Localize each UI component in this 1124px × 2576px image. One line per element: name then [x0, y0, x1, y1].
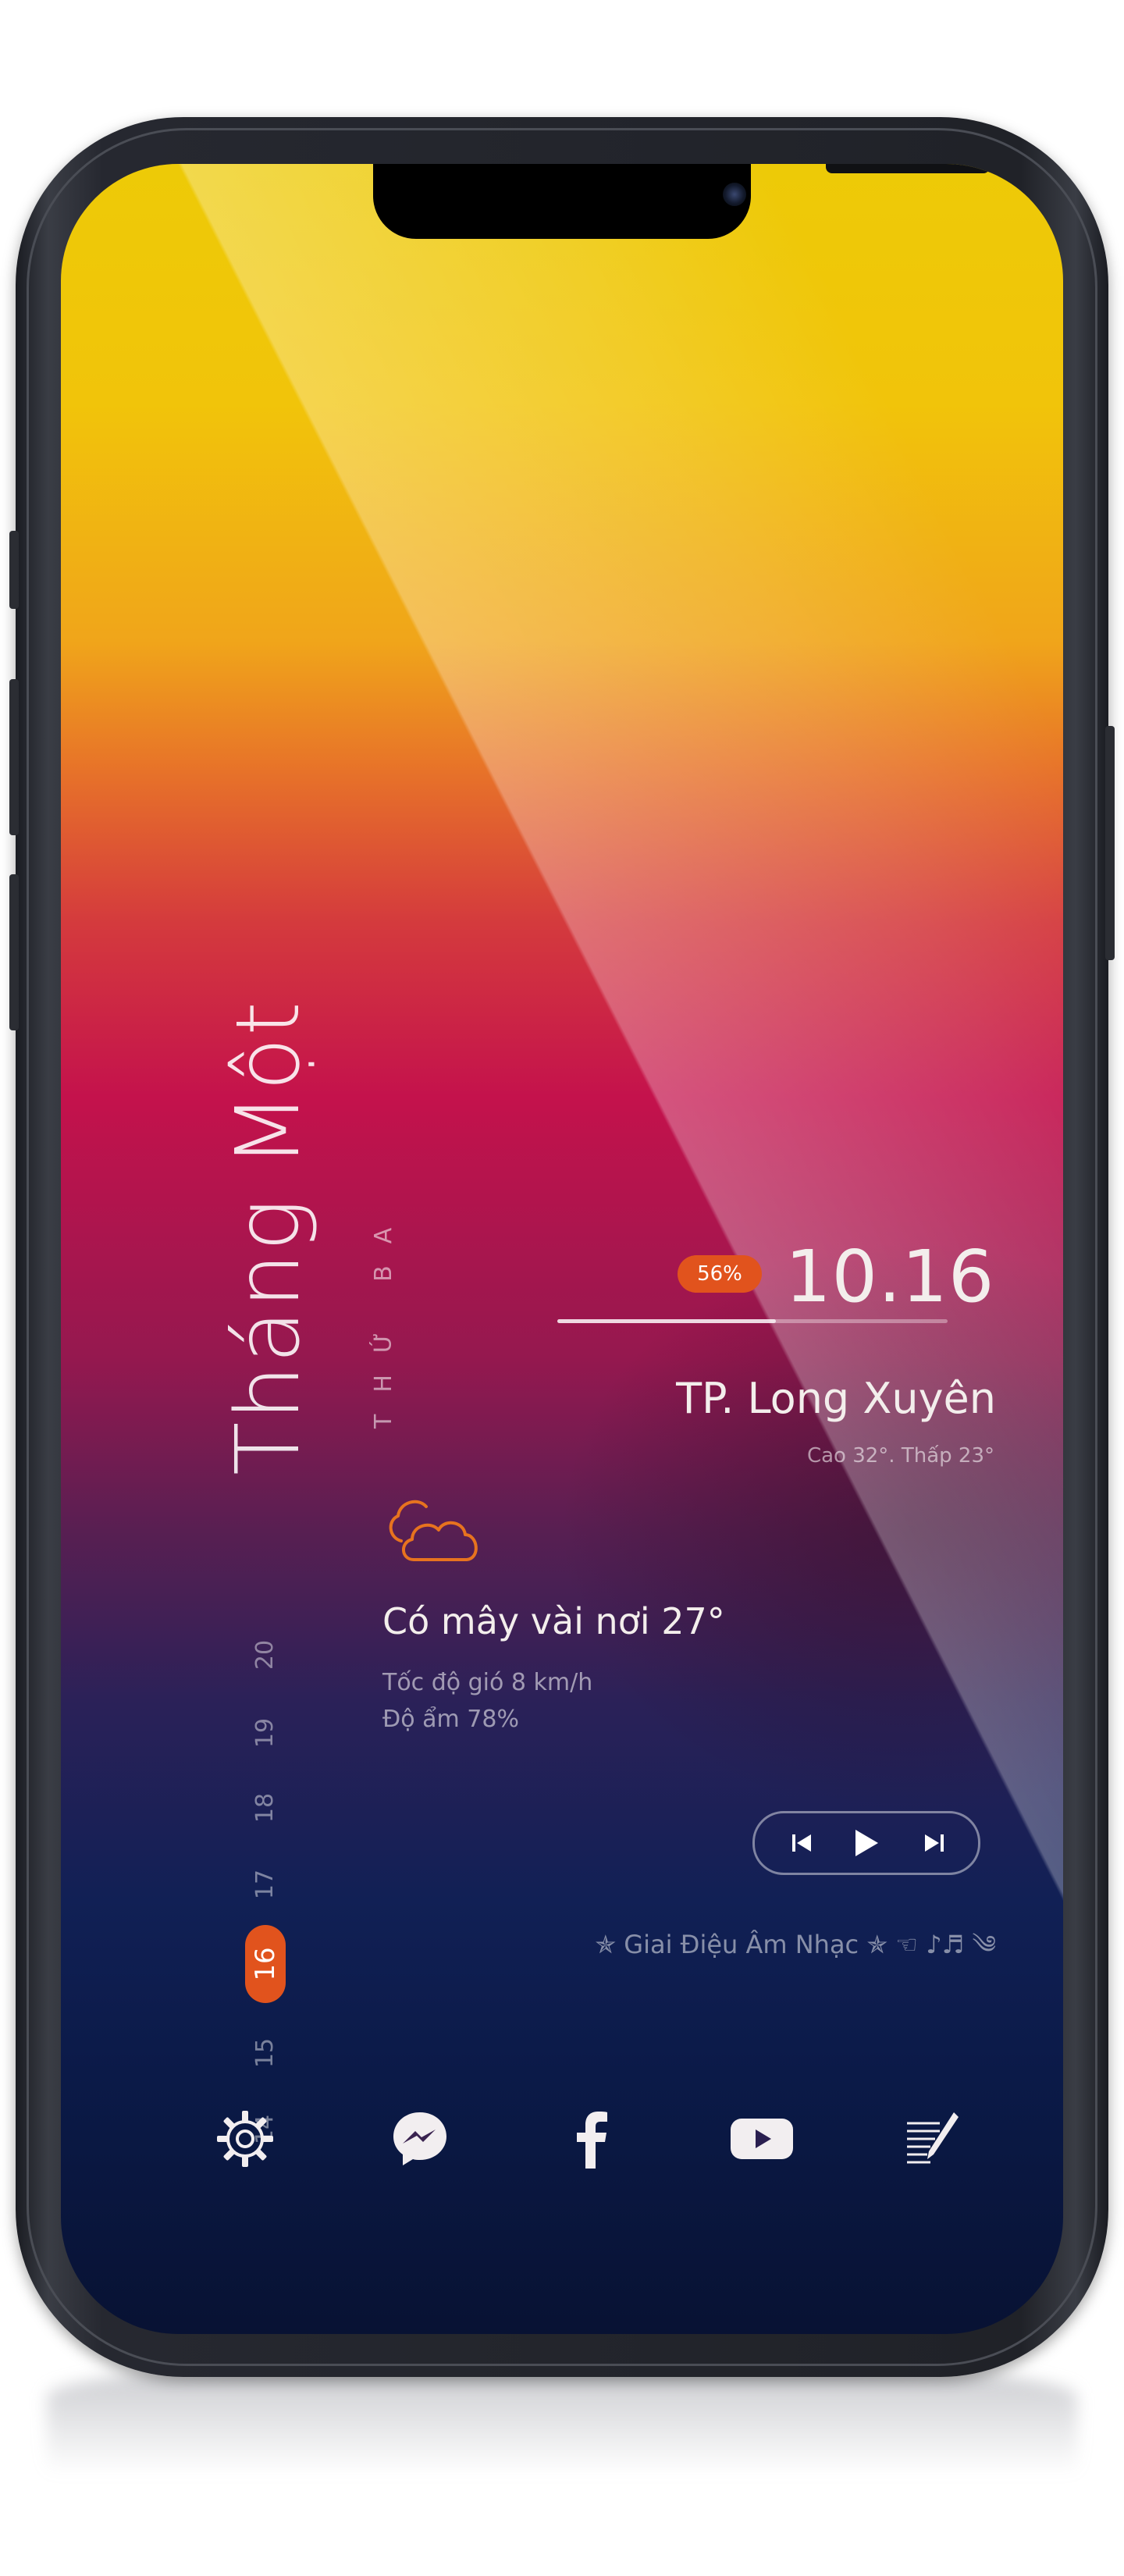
next-button[interactable]	[911, 1813, 958, 1873]
mute-switch	[9, 531, 19, 609]
day-17[interactable]: 17	[242, 1853, 289, 1916]
notch	[373, 164, 990, 239]
city-name: TP. Long Xuyên	[676, 1374, 996, 1423]
notes-app[interactable]	[891, 2100, 969, 2178]
settings-app[interactable]	[206, 2100, 284, 2178]
facebook-app[interactable]	[553, 2100, 631, 2178]
front-camera	[723, 183, 746, 206]
play-button[interactable]	[843, 1813, 890, 1873]
music-title: ✯ Giai Điệu Âm Nhạc ✯ ☜ ♪♬ ༄	[595, 1930, 996, 1959]
app-dock	[61, 2084, 1063, 2194]
notes-icon	[907, 2112, 959, 2164]
day-20[interactable]: 20	[242, 1624, 289, 1686]
clock-time: 10.16	[785, 1235, 995, 1318]
messenger-app[interactable]	[381, 2100, 459, 2178]
previous-button[interactable]	[778, 1813, 825, 1873]
battery-progress-fill	[557, 1319, 776, 1323]
next-icon	[925, 1834, 944, 1852]
month-label: Tháng Một	[218, 1000, 319, 1475]
wind-speed: Tốc độ gió 8 km/h	[382, 1669, 593, 1696]
earpiece-speaker	[826, 164, 990, 173]
weather-condition: Có mây vài nơi 27°	[382, 1600, 725, 1642]
facebook-icon	[577, 2112, 607, 2169]
settings-icon	[217, 2111, 273, 2167]
power-button	[1105, 726, 1115, 960]
day-19[interactable]: 19	[242, 1702, 289, 1764]
volume-down-button	[9, 874, 19, 1030]
weekday-label: THỨ BA	[370, 1205, 397, 1429]
day-18[interactable]: 18	[242, 1777, 289, 1839]
messenger-icon	[393, 2112, 446, 2165]
humidity: Độ ẩm 78%	[382, 1706, 519, 1733]
cloud-icon	[389, 1500, 478, 1561]
youtube-app[interactable]	[723, 2100, 801, 2178]
volume-up-button	[9, 679, 19, 835]
previous-icon	[792, 1834, 811, 1852]
day-16-active[interactable]: 16	[245, 1925, 286, 2003]
youtube-icon	[731, 2119, 793, 2159]
battery-badge: 56%	[678, 1255, 762, 1293]
day-15[interactable]: 15	[242, 2022, 289, 2084]
high-low-temp: Cao 32°. Thấp 23°	[806, 1444, 994, 1468]
battery-progress-bar	[557, 1319, 948, 1323]
home-screen: Tháng Một THỨ BA 20 19 18 17 16 15 14 56…	[61, 164, 1063, 2334]
music-player-controls	[752, 1811, 980, 1875]
play-icon	[855, 1830, 878, 1856]
